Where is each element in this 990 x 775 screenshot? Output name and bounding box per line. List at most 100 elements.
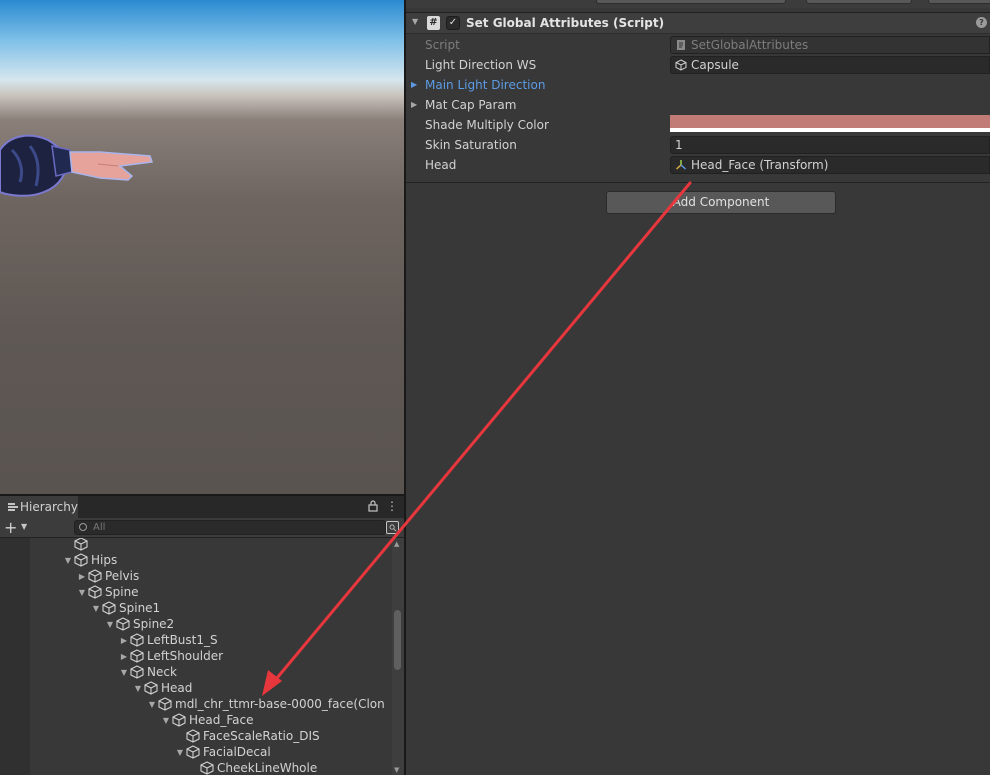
- gameobject-icon: [74, 553, 88, 567]
- color-field[interactable]: [670, 115, 990, 134]
- hierarchy-item-label: mdl_chr_ttmr-base-0000_face(Clon: [175, 697, 385, 711]
- field-value: SetGlobalAttributes: [691, 38, 809, 52]
- expand-arrow-icon[interactable]: ▼: [132, 684, 144, 693]
- scrollbar-thumb[interactable]: [394, 610, 401, 670]
- component-title: Set Global Attributes (Script): [466, 16, 665, 30]
- hierarchy-item[interactable]: ▼ Head: [0, 680, 392, 696]
- cube-icon: [675, 59, 687, 71]
- gameobject-icon: [186, 745, 200, 759]
- field-value: Head_Face (Transform): [691, 158, 829, 172]
- scroll-down-icon[interactable]: ▼: [394, 766, 399, 774]
- property-label: Script: [425, 38, 460, 52]
- gameobject-icon: [130, 633, 144, 647]
- hierarchy-item-label: Hips: [91, 553, 118, 567]
- gameobject-icon: [158, 697, 172, 711]
- object-field: SetGlobalAttributes: [670, 36, 990, 54]
- toolbar-button[interactable]: [596, 0, 786, 4]
- script-hash-icon: #: [427, 16, 440, 30]
- kebab-menu-icon[interactable]: ⋮: [386, 499, 398, 513]
- hierarchy-item-label: LeftShoulder: [147, 649, 224, 663]
- tab-hierarchy-label: Hierarchy: [19, 500, 78, 514]
- expand-arrow-icon[interactable]: ▼: [118, 668, 130, 677]
- divider: [406, 182, 990, 183]
- character-arm: [0, 134, 154, 197]
- field-value: Capsule: [691, 58, 739, 72]
- hierarchy-item[interactable]: ▼ Neck: [0, 664, 392, 680]
- lock-icon[interactable]: [368, 500, 378, 512]
- gameobject-icon: [144, 681, 158, 695]
- expand-arrow-icon[interactable]: ▼: [146, 700, 158, 709]
- alpha-bar: [670, 128, 990, 132]
- hierarchy-scrollbar[interactable]: ▲ ▼: [392, 538, 404, 775]
- create-button[interactable]: +: [4, 519, 17, 537]
- number-field[interactable]: 1: [670, 136, 990, 154]
- foldout-arrow-icon[interactable]: ▶: [411, 100, 417, 109]
- toolbar-button[interactable]: [806, 0, 912, 4]
- foldout-arrow-icon[interactable]: ▼: [412, 17, 418, 26]
- hierarchy-item[interactable]: FaceScaleRatio_DIS: [0, 728, 392, 744]
- expand-arrow-icon[interactable]: ▼: [174, 748, 186, 757]
- hierarchy-item-label: Spine2: [133, 617, 175, 631]
- object-field[interactable]: Capsule: [670, 56, 990, 74]
- property-label: Light Direction WS: [425, 58, 537, 72]
- expand-arrow-icon[interactable]: ▼: [76, 588, 88, 597]
- hierarchy-item-label: FaceScaleRatio_DIS: [203, 729, 320, 743]
- hierarchy-item[interactable]: ▶ Pelvis: [0, 568, 392, 584]
- gameobject-icon: [186, 729, 200, 743]
- help-icon[interactable]: ?: [976, 17, 987, 28]
- gameobject-icon: [88, 569, 102, 583]
- component-header[interactable]: ▼ # ✓ Set Global Attributes (Script) ?: [406, 12, 990, 34]
- add-component-button[interactable]: Add Component: [606, 191, 836, 214]
- property-row[interactable]: ▶ Mat Cap Param: [406, 95, 990, 115]
- hierarchy-item[interactable]: ▶ LeftBust1_S: [0, 632, 392, 648]
- property-row: Head Head_Face (Transform): [406, 155, 990, 175]
- hierarchy-item[interactable]: ▼ Spine2: [0, 616, 392, 632]
- hierarchy-item[interactable]: ▼ FacialDecal: [0, 744, 392, 760]
- hierarchy-item[interactable]: ▼ Head_Face: [0, 712, 392, 728]
- hierarchy-item[interactable]: ▼ Hips: [0, 552, 392, 568]
- field-value: 1: [675, 138, 683, 152]
- search-scene-icon[interactable]: [386, 521, 399, 534]
- collapse-arrow-icon[interactable]: ▶: [76, 572, 88, 581]
- search-placeholder: All: [93, 522, 106, 533]
- foldout-arrow-icon[interactable]: ▶: [411, 80, 417, 89]
- property-label: Shade Multiply Color: [425, 118, 549, 132]
- search-icon: [79, 523, 87, 531]
- hierarchy-item[interactable]: CheekLineWhole: [0, 760, 392, 775]
- hierarchy-item-label: Pelvis: [105, 569, 140, 583]
- list-icon: [8, 503, 18, 511]
- hierarchy-item[interactable]: ▼ mdl_chr_ttmr-base-0000_face(Clon: [0, 696, 392, 712]
- collapse-arrow-icon[interactable]: ▶: [118, 652, 130, 661]
- expand-arrow-icon[interactable]: ▼: [62, 556, 74, 565]
- collapse-arrow-icon[interactable]: ▶: [118, 636, 130, 645]
- hierarchy-item-label: FacialDecal: [203, 745, 271, 759]
- search-input[interactable]: All: [74, 520, 386, 535]
- hierarchy-item[interactable]: ▼ Spine1: [0, 600, 392, 616]
- hierarchy-item-label: LeftBust1_S: [147, 633, 218, 647]
- object-field[interactable]: Head_Face (Transform): [670, 156, 990, 174]
- expand-arrow-icon[interactable]: ▼: [104, 620, 116, 629]
- scroll-up-icon[interactable]: ▲: [394, 540, 399, 548]
- hierarchy-item[interactable]: ▼ Spine: [0, 584, 392, 600]
- property-label: Head: [425, 158, 457, 172]
- gameobject-icon: [102, 601, 116, 615]
- hierarchy-item-label: Spine: [105, 585, 139, 599]
- property-row: Light Direction WS Capsule: [406, 55, 990, 75]
- chevron-down-icon[interactable]: ▼: [21, 522, 27, 531]
- property-label: Skin Saturation: [425, 138, 517, 152]
- component-enabled-checkbox[interactable]: ✓: [446, 16, 460, 30]
- hierarchy-item[interactable]: ▶ LeftShoulder: [0, 648, 392, 664]
- toolbar-button[interactable]: [928, 0, 990, 4]
- expand-arrow-icon[interactable]: ▼: [90, 604, 102, 613]
- tab-hierarchy[interactable]: Hierarchy: [0, 496, 78, 518]
- hierarchy-toolbar: + ▼ All: [0, 518, 404, 538]
- inspector-panel: ▼ # ✓ Set Global Attributes (Script) ? S…: [406, 0, 990, 775]
- hierarchy-item[interactable]: [0, 538, 392, 552]
- property-label: Main Light Direction: [425, 78, 546, 92]
- scene-view[interactable]: [0, 0, 404, 494]
- expand-arrow-icon[interactable]: ▼: [160, 716, 172, 725]
- property-row: Script SetGlobalAttributes: [406, 35, 990, 55]
- color-swatch: [670, 115, 990, 128]
- property-row[interactable]: ▶ Main Light Direction: [406, 75, 990, 95]
- transform-icon: [675, 159, 687, 171]
